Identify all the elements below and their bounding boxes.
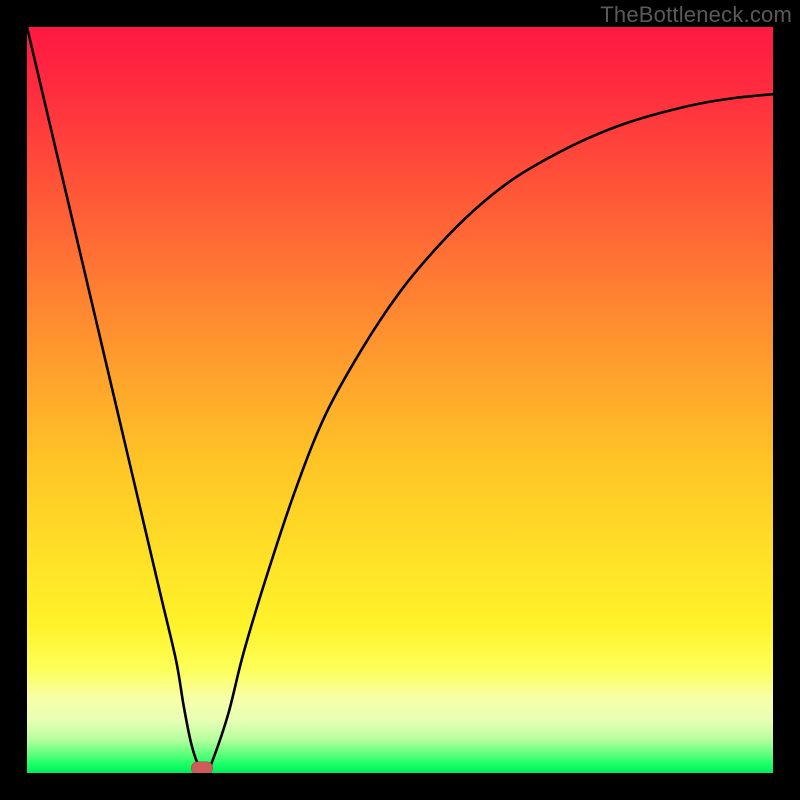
- bottleneck-curve: [27, 27, 773, 773]
- minimum-marker: [191, 762, 213, 774]
- plot-area: [27, 27, 773, 773]
- chart-frame: TheBottleneck.com: [0, 0, 800, 800]
- watermark-text: TheBottleneck.com: [600, 2, 792, 28]
